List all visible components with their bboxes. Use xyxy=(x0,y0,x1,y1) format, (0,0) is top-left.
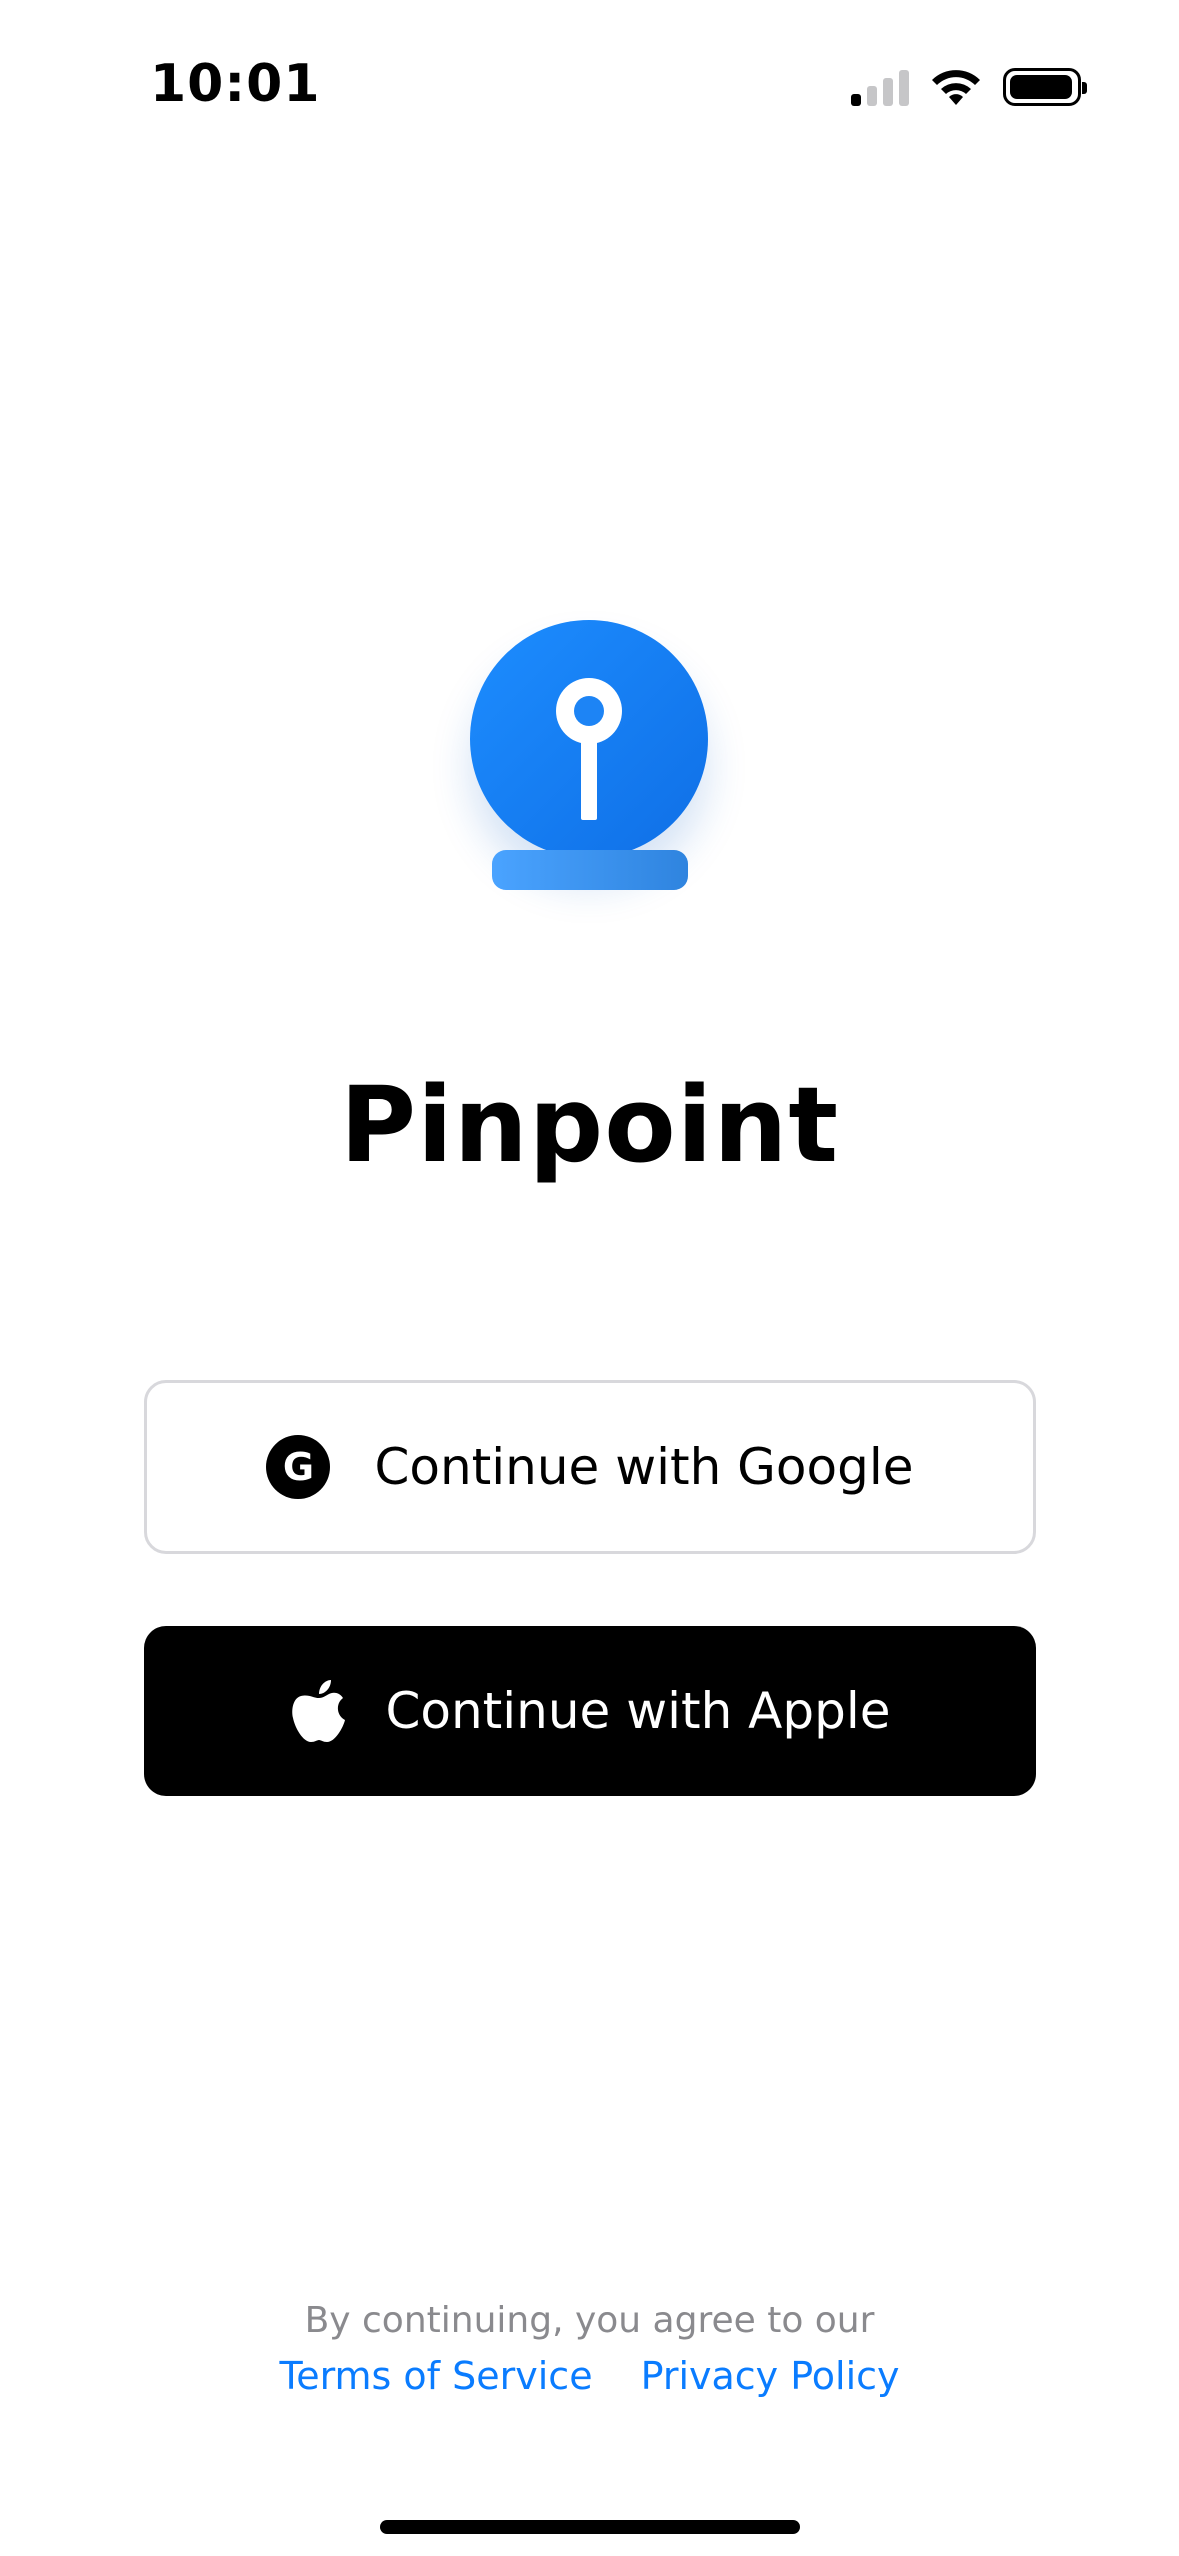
terms-of-service-link[interactable]: Terms of Service xyxy=(279,2354,592,2398)
privacy-policy-link[interactable]: Privacy Policy xyxy=(641,2354,900,2398)
status-time: 10:01 xyxy=(150,54,321,114)
wifi-icon xyxy=(932,70,980,105)
footer-links: Terms of Service Privacy Policy xyxy=(0,2354,1179,2398)
google-icon: G xyxy=(266,1435,331,1499)
battery-icon xyxy=(1003,68,1087,106)
continue-with-apple-button[interactable]: Continue with Apple xyxy=(144,1626,1036,1796)
status-icons xyxy=(851,64,1087,110)
home-indicator[interactable] xyxy=(380,2520,800,2534)
status-bar: 10:01 xyxy=(0,0,1179,170)
continue-with-google-button[interactable]: G Continue with Google xyxy=(144,1380,1036,1554)
terms-notice: By continuing, you agree to our xyxy=(304,2300,875,2341)
apple-button-label: Continue with Apple xyxy=(385,1682,891,1740)
pin-logo-icon xyxy=(470,620,710,900)
google-button-label: Continue with Google xyxy=(374,1438,914,1496)
apple-icon xyxy=(289,1676,349,1746)
app-title: Pinpoint xyxy=(339,1064,840,1186)
cellular-signal-icon xyxy=(851,68,909,106)
